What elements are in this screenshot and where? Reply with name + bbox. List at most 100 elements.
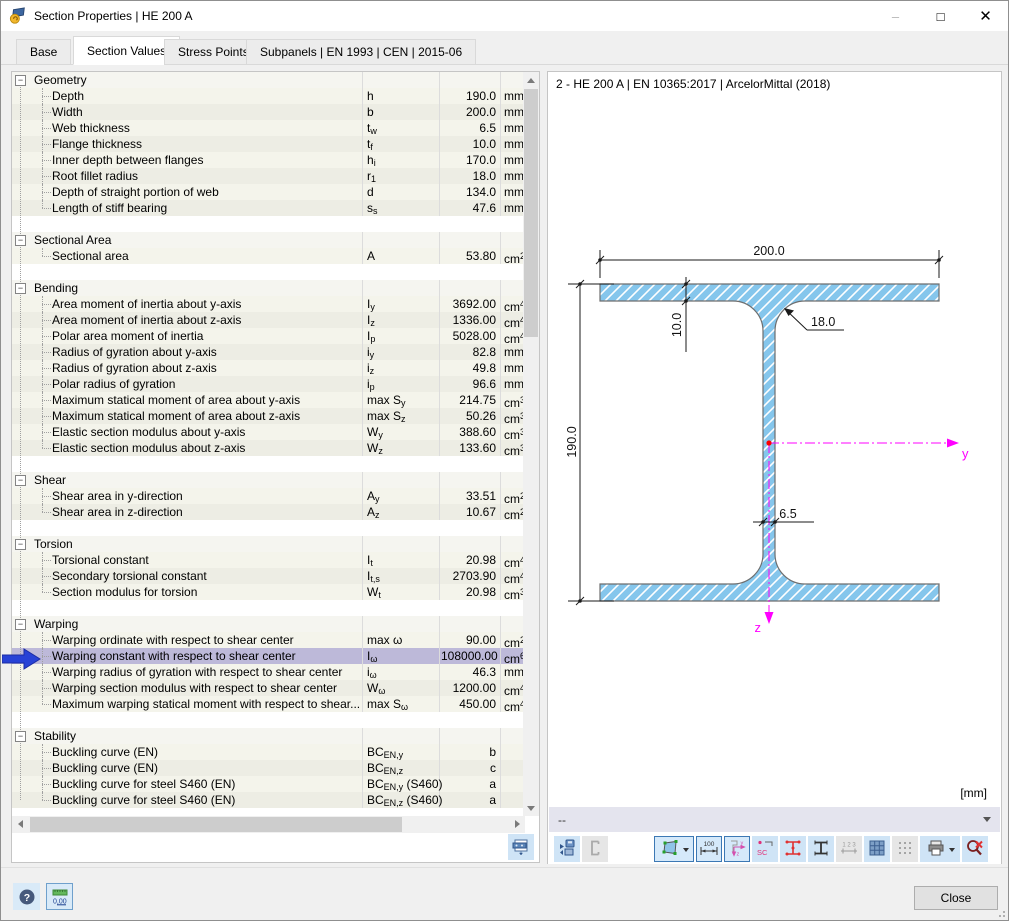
table-row[interactable]: Torsional constantIt20.98cm4	[12, 552, 524, 568]
table-row[interactable]: Sectional areaA53.80cm2	[12, 248, 524, 264]
row-value: 53.80	[441, 248, 496, 264]
scroll-up-icon[interactable]	[523, 72, 539, 88]
table-row[interactable]: Radius of gyration about z-axisiz49.8mm	[12, 360, 524, 376]
row-label: Radius of gyration about y-axis	[52, 344, 217, 360]
table-row[interactable]: Polar area moment of inertiaIp5028.00cm4	[12, 328, 524, 344]
collapse-icon[interactable]: −	[15, 619, 26, 630]
row-value: 2703.90	[441, 568, 496, 584]
render-mode-button[interactable]	[654, 836, 694, 862]
help-icon: ?	[17, 887, 37, 907]
maximize-button[interactable]: □	[918, 1, 963, 31]
minimize-button[interactable]: –	[873, 1, 918, 31]
stress-point-combobox[interactable]: --	[549, 807, 1000, 832]
scroll-down-icon[interactable]	[523, 800, 539, 816]
table-row[interactable]: Shear area in y-directionAy33.51cm2	[12, 488, 524, 504]
table-row[interactable]: Elastic section modulus about y-axisWy38…	[12, 424, 524, 440]
units-label: [mm]	[960, 786, 987, 800]
collapse-icon[interactable]: −	[15, 235, 26, 246]
group-title: Bending	[34, 280, 78, 296]
result-table-button[interactable]	[508, 834, 534, 860]
collapse-icon[interactable]: −	[15, 731, 26, 742]
tab-base[interactable]: Base	[16, 39, 71, 65]
help-button[interactable]: ?	[13, 883, 40, 910]
chevron-down-icon	[983, 817, 991, 826]
scroll-right-icon[interactable]	[509, 816, 525, 832]
table-row[interactable]: Web thicknesstw6.5mm	[12, 120, 524, 136]
row-label: Inner depth between flanges	[52, 152, 203, 168]
table-row[interactable]: Root fillet radiusr118.0mm	[12, 168, 524, 184]
table-row[interactable]: Widthb200.0mm	[12, 104, 524, 120]
collapse-icon[interactable]: −	[15, 539, 26, 550]
export-section-button[interactable]	[554, 836, 580, 862]
chevron-down-icon[interactable]	[949, 848, 955, 855]
collapse-icon[interactable]: −	[15, 475, 26, 486]
grid-button[interactable]	[864, 836, 890, 862]
row-label: Torsional constant	[52, 552, 149, 568]
section-outline-button[interactable]	[808, 836, 834, 862]
table-row[interactable]: Depthh190.0mm	[12, 88, 524, 104]
vertical-scroll-thumb[interactable]	[524, 89, 538, 337]
svg-text:z: z	[737, 851, 740, 857]
zoom-reset-button[interactable]	[962, 836, 988, 862]
collapse-icon[interactable]: −	[15, 283, 26, 294]
group-spacer	[12, 600, 524, 616]
table-row[interactable]: Polar radius of gyrationip96.6mm	[12, 376, 524, 392]
axes-button[interactable]: yz	[724, 836, 750, 862]
table-row[interactable]: Section modulus for torsionWt20.98cm3	[12, 584, 524, 600]
vertical-scrollbar[interactable]	[523, 72, 539, 816]
table-row[interactable]: Warping ordinate with respect to shear c…	[12, 632, 524, 648]
table-row[interactable]: Inner depth between flangeshi170.0mm	[12, 152, 524, 168]
table-row[interactable]: Length of stiff bearingss47.6mm	[12, 200, 524, 216]
section-values-table-panel: −GeometryDepthh190.0mmWidthb200.0mmWeb t…	[11, 71, 540, 863]
table-row[interactable]: Maximum warping statical moment with res…	[12, 696, 524, 712]
table-row[interactable]: Area moment of inertia about z-axisIz133…	[12, 312, 524, 328]
chevron-down-icon[interactable]	[683, 848, 689, 855]
stress-points-button[interactable]	[780, 836, 806, 862]
tab-subpanels[interactable]: Subpanels | EN 1993 | CEN | 2015-06	[246, 39, 476, 65]
row-value: 450.00	[441, 696, 496, 712]
row-label: Polar area moment of inertia	[52, 328, 203, 344]
table-row[interactable]: Buckling curve for steel S460 (EN)BCEN,y…	[12, 776, 524, 792]
table-group-row[interactable]: −Geometry	[12, 72, 524, 88]
table-row[interactable]: Buckling curve (EN)BCEN,yb	[12, 744, 524, 760]
row-value: 170.0	[441, 152, 496, 168]
dimensions-button[interactable]: 100	[696, 836, 722, 862]
row-label: Area moment of inertia about z-axis	[52, 312, 241, 328]
close-button[interactable]: Close	[914, 886, 998, 910]
window-close-button[interactable]: ✕	[963, 1, 1008, 31]
scroll-left-icon[interactable]	[12, 816, 28, 832]
horizontal-scrollbar[interactable]	[12, 816, 525, 833]
table-row[interactable]: Warping section modulus with respect to …	[12, 680, 524, 696]
table-row[interactable]: Buckling curve for steel S460 (EN)BCEN,z…	[12, 792, 524, 808]
table-row[interactable]: Elastic section modulus about z-axisWz13…	[12, 440, 524, 456]
table-row[interactable]: Maximum statical moment of area about z-…	[12, 408, 524, 424]
table-group-row[interactable]: −Warping	[12, 616, 524, 632]
table-row[interactable]: Warping constant with respect to shear c…	[12, 648, 524, 664]
table-row[interactable]: Area moment of inertia about y-axisIy369…	[12, 296, 524, 312]
print-button[interactable]	[920, 836, 960, 862]
horizontal-scroll-thumb[interactable]	[30, 817, 402, 832]
table-row[interactable]: Maximum statical moment of area about y-…	[12, 392, 524, 408]
title-bar[interactable]: Section Properties | HE 200 A – □ ✕	[1, 1, 1008, 31]
row-value: 3692.00	[441, 296, 496, 312]
table-group-row[interactable]: −Sectional Area	[12, 232, 524, 248]
row-value: a	[441, 776, 496, 792]
shear-center-button[interactable]: SC	[752, 836, 778, 862]
highlight-pointer-arrow	[2, 648, 42, 670]
table-row[interactable]: Secondary torsional constantIt,s2703.90c…	[12, 568, 524, 584]
table-group-row[interactable]: −Torsion	[12, 536, 524, 552]
table-group-row[interactable]: −Bending	[12, 280, 524, 296]
table-row[interactable]: Depth of straight portion of webd134.0mm	[12, 184, 524, 200]
resize-grip[interactable]	[995, 907, 1005, 917]
table-group-row[interactable]: −Shear	[12, 472, 524, 488]
collapse-icon[interactable]: −	[15, 75, 26, 86]
table-group-row[interactable]: −Stability	[12, 728, 524, 744]
units-settings-button[interactable]: 0,00	[46, 883, 73, 910]
print-icon	[926, 838, 946, 861]
table-row[interactable]: Radius of gyration about y-axisiy82.8mm	[12, 344, 524, 360]
table-row[interactable]: Shear area in z-directionAz10.67cm2	[12, 504, 524, 520]
svg-text:100: 100	[704, 841, 715, 848]
table-row[interactable]: Buckling curve (EN)BCEN,zc	[12, 760, 524, 776]
table-row[interactable]: Flange thicknesstf10.0mm	[12, 136, 524, 152]
table-row[interactable]: Warping radius of gyration with respect …	[12, 664, 524, 680]
